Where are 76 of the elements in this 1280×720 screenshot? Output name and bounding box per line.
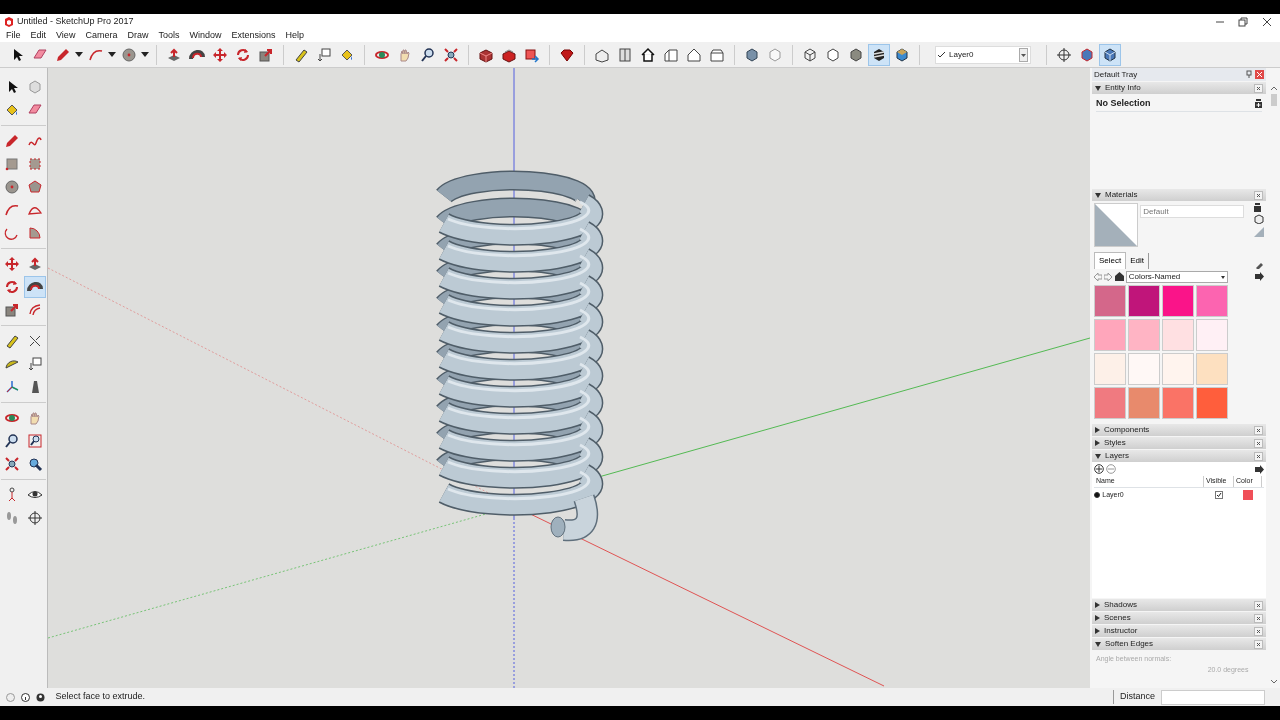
color-swatch[interactable] <box>1094 353 1126 385</box>
color-swatch[interactable] <box>1243 490 1253 501</box>
panel-header[interactable]: Components <box>1092 424 1266 436</box>
close-icon[interactable] <box>1254 190 1263 200</box>
striped-cube-icon[interactable] <box>868 43 890 66</box>
close-icon[interactable] <box>1254 600 1263 610</box>
tray-title: Default Tray <box>1094 68 1138 81</box>
close-icon[interactable] <box>1254 626 1263 636</box>
panel-header[interactable]: Layers <box>1092 450 1266 462</box>
color-swatch[interactable] <box>1128 285 1160 317</box>
home-icon[interactable] <box>1114 272 1124 282</box>
measurement-label: Distance <box>1113 690 1155 704</box>
restore-icon[interactable] <box>1238 16 1248 27</box>
library-dropdown[interactable]: Colors-Named <box>1125 270 1228 283</box>
panel-header[interactable]: Scenes <box>1092 612 1266 624</box>
color-swatch[interactable] <box>1128 353 1160 385</box>
color-swatch[interactable] <box>1162 387 1194 419</box>
info-icon[interactable] <box>21 692 30 702</box>
export-icon[interactable] <box>1255 272 1264 282</box>
menu-item[interactable]: File <box>2 28 27 43</box>
tab[interactable]: Select <box>1094 251 1127 269</box>
color-swatch[interactable] <box>1128 319 1160 351</box>
color-swatch[interactable] <box>1162 285 1194 317</box>
color-swatch[interactable] <box>1094 285 1126 317</box>
color-swatch[interactable] <box>1162 353 1194 385</box>
panel-header[interactable]: Materials <box>1092 189 1266 201</box>
menu-item[interactable]: Window <box>185 28 228 43</box>
close-icon[interactable] <box>1254 613 1263 623</box>
details-icon[interactable] <box>1255 99 1262 109</box>
panel-header[interactable]: Instructor <box>1092 625 1266 637</box>
panel-header[interactable]: Soften Edges <box>1092 638 1266 650</box>
color-swatch[interactable] <box>1196 387 1228 419</box>
panel-header[interactable]: Entity Info <box>1092 82 1266 94</box>
close-icon[interactable] <box>1254 438 1263 448</box>
menu-item[interactable]: Draw <box>123 28 155 43</box>
export-icon[interactable] <box>1255 464 1264 474</box>
layer-dropdown[interactable]: Layer0 <box>935 45 1031 64</box>
selection-label: No Selection <box>1096 97 1151 110</box>
menu-item[interactable]: Camera <box>81 28 124 43</box>
panel-header[interactable]: Styles <box>1092 437 1266 449</box>
measurement-field[interactable] <box>1161 689 1265 705</box>
close-icon[interactable] <box>1254 83 1263 93</box>
panel-header[interactable]: Shadows <box>1092 599 1266 611</box>
close-icon[interactable] <box>1254 639 1263 649</box>
user-icon[interactable] <box>36 692 45 702</box>
details-icon[interactable] <box>1254 203 1261 212</box>
material-preview <box>1094 203 1138 247</box>
cube-icon[interactable] <box>1254 214 1264 225</box>
menu-item[interactable]: Extensions <box>227 28 282 43</box>
dropdown-caret-icon <box>1019 47 1028 62</box>
checkbox[interactable] <box>1215 491 1223 500</box>
status-message: Select face to extrude. <box>55 690 146 704</box>
color-swatch[interactable] <box>1196 285 1228 317</box>
pin-icon[interactable] <box>1244 70 1253 78</box>
menu-item[interactable]: View <box>52 28 82 43</box>
color-swatch[interactable] <box>1094 387 1126 419</box>
name-field[interactable]: Default <box>1140 205 1245 218</box>
close-icon[interactable] <box>1254 425 1263 435</box>
cube-icon[interactable] <box>1099 43 1121 66</box>
back-arrow-icon[interactable] <box>1094 272 1102 281</box>
menu-item[interactable]: Help <box>281 28 310 43</box>
color-swatch[interactable] <box>1162 319 1194 351</box>
window-title: Untitled - SketchUp Pro 2017 <box>17 14 134 28</box>
color-swatch[interactable] <box>1196 319 1228 351</box>
color-swatch[interactable] <box>1128 387 1160 419</box>
color-swatch[interactable] <box>1094 319 1126 351</box>
color-swatch[interactable] <box>1196 353 1228 385</box>
check-icon <box>938 51 945 58</box>
swirl-icon[interactable] <box>24 276 46 298</box>
add-icon[interactable] <box>1094 464 1104 474</box>
menu-item[interactable]: Edit <box>26 28 53 43</box>
menu-item[interactable]: Tools <box>154 28 186 43</box>
close-icon[interactable] <box>1254 451 1263 461</box>
tab[interactable]: Edit <box>1126 252 1150 269</box>
radio-button[interactable] <box>1094 492 1100 499</box>
close-icon[interactable] <box>1261 16 1272 27</box>
